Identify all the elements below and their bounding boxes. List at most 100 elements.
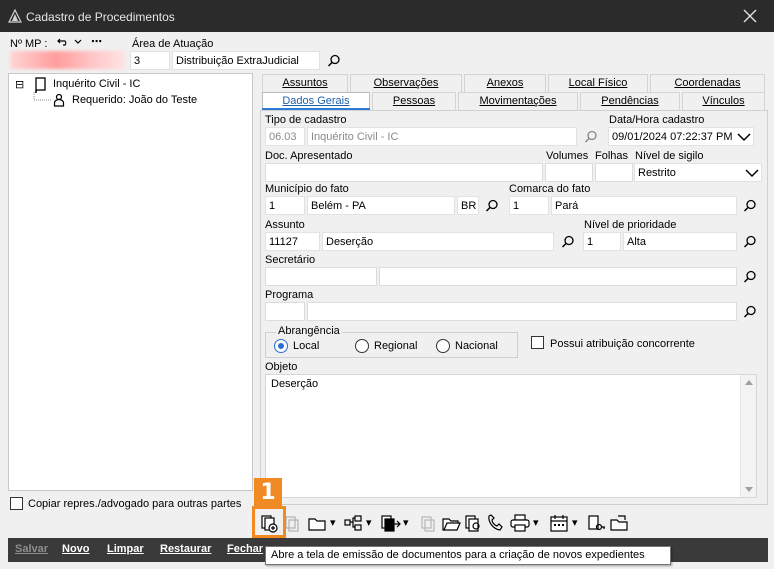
search-icon[interactable] <box>326 53 342 69</box>
undo-icon[interactable] <box>57 35 69 47</box>
document-export-icon[interactable] <box>379 512 401 534</box>
tab-observacoes[interactable]: Observações <box>350 74 462 92</box>
scroll-down-icon[interactable] <box>745 487 753 493</box>
restore-button[interactable]: Restaurar <box>160 543 211 555</box>
prioridade-code-field[interactable]: 1 <box>583 232 621 251</box>
sigilo-select[interactable]: Restrito <box>634 163 762 182</box>
annotation-badge: 1 <box>254 478 282 508</box>
hierarchy-dropdown-icon[interactable]: ▾ <box>366 516 372 529</box>
window-title: Cadastro de Procedimentos <box>26 10 175 24</box>
folder-open-icon[interactable] <box>441 512 461 534</box>
tree-collapse-icon[interactable]: ⊟ <box>15 78 24 91</box>
export-dropdown-icon[interactable]: ▾ <box>403 516 409 529</box>
volumes-field[interactable] <box>545 163 593 182</box>
hierarchy-icon[interactable] <box>343 512 363 534</box>
radio-regional[interactable] <box>355 339 369 353</box>
sigilo-dropdown-icon[interactable] <box>744 165 760 181</box>
procedure-tree[interactable]: ⊟ Inquérito Civil - IC Requerido: João d… <box>8 73 253 491</box>
tree-connector <box>33 92 52 101</box>
new-button[interactable]: Novo <box>62 543 90 555</box>
folhas-field[interactable] <box>595 163 633 182</box>
document-search-icon[interactable] <box>463 512 483 534</box>
assunto-name-field[interactable]: Deserção <box>322 232 554 251</box>
annotation-highlight <box>252 506 286 538</box>
scroll-up-icon[interactable] <box>745 379 753 385</box>
calendar-icon[interactable] <box>549 512 569 534</box>
tree-item-requerido[interactable]: Requerido: João do Teste <box>72 94 198 106</box>
tab-assuntos[interactable]: Assuntos <box>262 74 348 92</box>
app-logo-icon <box>8 9 22 23</box>
radio-regional-label: Regional <box>374 340 418 352</box>
area-name-field[interactable]: Distribuição ExtraJudicial <box>172 51 320 70</box>
save-button[interactable]: Salvar <box>15 543 48 555</box>
close-button[interactable]: Fechar <box>227 543 263 555</box>
title-bar: Cadastro de Procedimentos <box>0 0 774 32</box>
prioridade-name-field[interactable]: Alta <box>623 232 737 251</box>
comarca-code-field[interactable]: 1 <box>509 196 549 215</box>
more-icon[interactable]: ⋯ <box>91 35 102 48</box>
objeto-scrollbar[interactable] <box>740 375 756 497</box>
radio-local[interactable] <box>274 339 288 353</box>
programa-search-icon[interactable] <box>742 304 758 320</box>
concorrente-checkbox[interactable] <box>531 336 544 349</box>
area-code-field[interactable]: 3 <box>130 51 170 70</box>
programa-name-field[interactable] <box>307 302 737 321</box>
municipio-name-field[interactable]: Belém - PA <box>307 196 455 215</box>
tab-movimentacoes[interactable]: Movimentações <box>458 92 578 110</box>
radio-nacional-label: Nacional <box>455 340 498 352</box>
assunto-label: Assunto <box>265 219 305 231</box>
programa-label: Programa <box>265 289 314 301</box>
secretario-name-field[interactable] <box>379 267 737 286</box>
tab-pessoas[interactable]: Pessoas <box>372 92 456 110</box>
tab-anexos[interactable]: Anexos <box>464 74 546 92</box>
phone-icon[interactable] <box>485 512 505 534</box>
area-label: Área de Atuação <box>132 38 214 50</box>
assunto-search-icon[interactable] <box>560 234 576 250</box>
tab-coordenadas[interactable]: Coordenadas <box>650 74 765 92</box>
objeto-label: Objeto <box>265 361 298 373</box>
calendar-dropdown-icon[interactable]: ▾ <box>572 516 578 529</box>
municipio-uf-field[interactable]: BR <box>457 196 479 215</box>
close-icon[interactable] <box>740 6 760 26</box>
copiar-checkbox[interactable] <box>10 497 23 510</box>
tree-item-root[interactable]: Inquérito Civil - IC <box>53 78 140 90</box>
municipio-search-icon[interactable] <box>484 198 500 214</box>
tab-pendencias[interactable]: Pendências <box>580 92 680 110</box>
comarca-search-icon[interactable] <box>742 198 758 214</box>
radio-nacional[interactable] <box>436 339 450 353</box>
concorrente-label: Possui atribuição concorrente <box>550 338 695 350</box>
folhas-label: Folhas <box>595 150 629 162</box>
print-dropdown-icon[interactable]: ▾ <box>533 516 539 529</box>
data-label: Data/Hora cadastro <box>609 114 705 126</box>
secretario-code-field[interactable] <box>265 267 377 286</box>
radio-local-label: Local <box>293 340 320 352</box>
sigilo-label: Nível de sigilo <box>635 150 704 162</box>
tipo-code-field: 06.03 <box>265 127 305 146</box>
archive-folder-icon[interactable] <box>609 512 629 534</box>
doc-label: Doc. Apresentado <box>265 150 353 162</box>
abrangencia-label: Abrangência <box>276 325 342 337</box>
undo-dropdown-icon[interactable] <box>74 37 82 45</box>
document-flag-icon <box>35 77 46 93</box>
tab-vinculos[interactable]: Vínculos <box>682 92 765 110</box>
document-key-icon[interactable] <box>586 512 606 534</box>
prioridade-search-icon[interactable] <box>742 234 758 250</box>
secretario-search-icon[interactable] <box>742 269 758 285</box>
doc-field[interactable] <box>265 163 543 182</box>
programa-code-field[interactable] <box>265 302 305 321</box>
folder-dropdown-icon[interactable]: ▾ <box>330 516 336 529</box>
volumes-label: Volumes <box>546 150 589 162</box>
comarca-name-field[interactable]: Pará <box>551 196 737 215</box>
tipo-search-icon[interactable] <box>583 129 599 145</box>
prioridade-label: Nível de prioridade <box>584 219 677 231</box>
objeto-textarea[interactable]: Deserção <box>265 374 757 498</box>
assunto-code-field[interactable]: 11127 <box>265 232 320 251</box>
municipio-code-field[interactable]: 1 <box>265 196 305 215</box>
clear-button[interactable]: Limpar <box>107 543 144 555</box>
data-field[interactable]: 09/01/2024 07:22:37 PM <box>608 127 754 146</box>
folder-icon[interactable] <box>307 512 327 534</box>
date-dropdown-icon[interactable] <box>736 129 752 145</box>
tab-local-fisico[interactable]: Local Físico <box>548 74 648 92</box>
print-icon[interactable] <box>509 512 531 534</box>
mp-number-field[interactable] <box>10 51 125 69</box>
